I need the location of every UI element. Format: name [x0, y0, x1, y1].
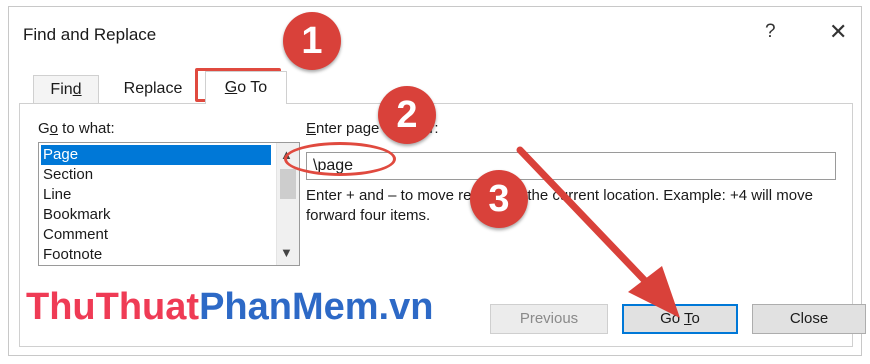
- step-2-badge: 2: [378, 86, 436, 144]
- annotation-arrow: [516, 146, 680, 318]
- step-1-badge: 1: [283, 12, 341, 70]
- step-3-badge: 3: [470, 170, 528, 228]
- tab-goto[interactable]: Go To: [205, 71, 287, 104]
